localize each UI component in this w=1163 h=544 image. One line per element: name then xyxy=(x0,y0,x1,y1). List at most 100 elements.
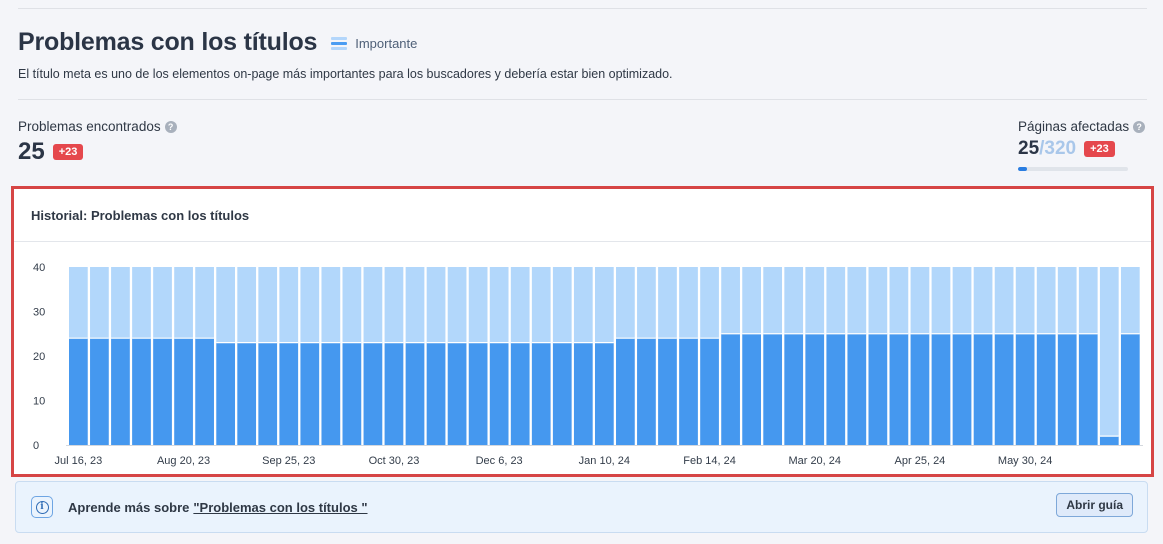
bar-segment-issues[interactable] xyxy=(384,342,404,445)
bar-segment-remainder[interactable] xyxy=(216,267,236,343)
bar-segment-remainder[interactable] xyxy=(300,267,320,343)
bar-segment-issues[interactable] xyxy=(616,338,635,445)
bar-segment-issues[interactable] xyxy=(763,333,783,445)
bar-segment-remainder[interactable] xyxy=(847,267,867,334)
bar-segment-remainder[interactable] xyxy=(1099,267,1119,437)
bar-segment-remainder[interactable] xyxy=(111,267,130,339)
bar-segment-remainder[interactable] xyxy=(805,267,825,334)
bar-segment-issues[interactable] xyxy=(1036,333,1056,445)
bar-segment-issues[interactable] xyxy=(363,342,383,445)
bar-segment-remainder[interactable] xyxy=(784,267,804,334)
bar-segment-issues[interactable] xyxy=(132,338,151,445)
open-guide-button[interactable]: Abrir guía xyxy=(1056,493,1133,517)
bar-segment-issues[interactable] xyxy=(700,338,719,445)
bar-segment-issues[interactable] xyxy=(321,342,341,445)
bar-segment-remainder[interactable] xyxy=(573,267,593,343)
bar-segment-remainder[interactable] xyxy=(616,267,635,339)
bar-segment-remainder[interactable] xyxy=(679,267,698,339)
bar-segment-remainder[interactable] xyxy=(910,267,930,334)
bar-segment-remainder[interactable] xyxy=(763,267,783,334)
bar-segment-issues[interactable] xyxy=(195,338,214,445)
bar-segment-remainder[interactable] xyxy=(531,267,551,343)
bar-segment-remainder[interactable] xyxy=(405,267,425,343)
bar-segment-issues[interactable] xyxy=(531,342,551,445)
total-pages-value[interactable]: 320 xyxy=(1044,138,1076,160)
bar-segment-remainder[interactable] xyxy=(489,267,509,343)
bar-segment-issues[interactable] xyxy=(658,338,677,445)
bar-segment-remainder[interactable] xyxy=(973,267,993,334)
help-icon[interactable]: ? xyxy=(1133,120,1146,133)
bar-segment-issues[interactable] xyxy=(910,333,930,445)
affected-pages-value[interactable]: 25 xyxy=(1018,138,1039,160)
bar-segment-issues[interactable] xyxy=(847,333,867,445)
bar-segment-issues[interactable] xyxy=(111,338,130,445)
bar-segment-remainder[interactable] xyxy=(637,267,656,339)
bar-segment-remainder[interactable] xyxy=(552,267,572,343)
bar-segment-issues[interactable] xyxy=(1057,333,1077,445)
bar-segment-issues[interactable] xyxy=(510,342,530,445)
bar-segment-remainder[interactable] xyxy=(510,267,530,343)
bar-segment-remainder[interactable] xyxy=(1057,267,1077,334)
bar-segment-remainder[interactable] xyxy=(1120,267,1140,334)
bar-segment-remainder[interactable] xyxy=(742,267,761,334)
bar-segment-issues[interactable] xyxy=(447,342,467,445)
bar-segment-remainder[interactable] xyxy=(258,267,278,343)
bar-segment-issues[interactable] xyxy=(973,333,993,445)
bar-segment-remainder[interactable] xyxy=(700,267,719,339)
bar-segment-remainder[interactable] xyxy=(826,267,846,334)
bar-segment-remainder[interactable] xyxy=(594,267,614,343)
bar-segment-issues[interactable] xyxy=(573,342,593,445)
bar-segment-remainder[interactable] xyxy=(237,267,257,343)
bar-segment-issues[interactable] xyxy=(174,338,193,445)
bar-segment-issues[interactable] xyxy=(216,342,236,445)
bar-segment-remainder[interactable] xyxy=(321,267,341,343)
bar-segment-issues[interactable] xyxy=(679,338,698,445)
bar-segment-issues[interactable] xyxy=(868,333,888,445)
bar-segment-remainder[interactable] xyxy=(90,267,109,339)
bar-segment-issues[interactable] xyxy=(1015,333,1035,445)
bar-segment-remainder[interactable] xyxy=(1036,267,1056,334)
bar-segment-issues[interactable] xyxy=(489,342,509,445)
bar-segment-issues[interactable] xyxy=(994,333,1014,445)
bar-segment-issues[interactable] xyxy=(552,342,572,445)
bar-segment-issues[interactable] xyxy=(279,342,299,445)
bar-segment-remainder[interactable] xyxy=(994,267,1014,334)
bar-segment-issues[interactable] xyxy=(721,333,740,445)
bar-segment-issues[interactable] xyxy=(952,333,972,445)
bar-segment-remainder[interactable] xyxy=(279,267,299,343)
bar-segment-remainder[interactable] xyxy=(889,267,909,334)
help-icon[interactable]: ? xyxy=(164,120,177,133)
bar-segment-issues[interactable] xyxy=(784,333,804,445)
bar-segment-remainder[interactable] xyxy=(69,267,88,339)
bar-segment-remainder[interactable] xyxy=(195,267,214,339)
bar-segment-remainder[interactable] xyxy=(132,267,151,339)
bar-segment-issues[interactable] xyxy=(1099,436,1119,445)
bar-segment-remainder[interactable] xyxy=(1078,267,1098,334)
bar-segment-remainder[interactable] xyxy=(447,267,467,343)
bar-segment-issues[interactable] xyxy=(742,333,761,445)
bar-segment-issues[interactable] xyxy=(594,342,614,445)
bar-segment-issues[interactable] xyxy=(468,342,488,445)
bar-segment-remainder[interactable] xyxy=(721,267,740,334)
bar-segment-remainder[interactable] xyxy=(1015,267,1035,334)
bar-segment-issues[interactable] xyxy=(153,338,172,445)
bar-segment-remainder[interactable] xyxy=(153,267,172,339)
bar-segment-issues[interactable] xyxy=(426,342,446,445)
bar-segment-remainder[interactable] xyxy=(384,267,404,343)
bar-segment-remainder[interactable] xyxy=(342,267,362,343)
bar-segment-remainder[interactable] xyxy=(426,267,446,343)
learn-more-link[interactable]: "Problemas con los títulos " xyxy=(193,500,367,515)
bar-segment-issues[interactable] xyxy=(300,342,320,445)
bar-segment-remainder[interactable] xyxy=(931,267,951,334)
bar-segment-issues[interactable] xyxy=(889,333,909,445)
bar-segment-remainder[interactable] xyxy=(952,267,972,334)
bar-segment-issues[interactable] xyxy=(1078,333,1098,445)
bar-segment-issues[interactable] xyxy=(826,333,846,445)
bar-segment-issues[interactable] xyxy=(258,342,278,445)
bar-segment-issues[interactable] xyxy=(90,338,109,445)
bar-segment-remainder[interactable] xyxy=(363,267,383,343)
bar-segment-remainder[interactable] xyxy=(468,267,488,343)
bar-segment-issues[interactable] xyxy=(342,342,362,445)
bar-segment-remainder[interactable] xyxy=(174,267,193,339)
bar-segment-remainder[interactable] xyxy=(658,267,677,339)
